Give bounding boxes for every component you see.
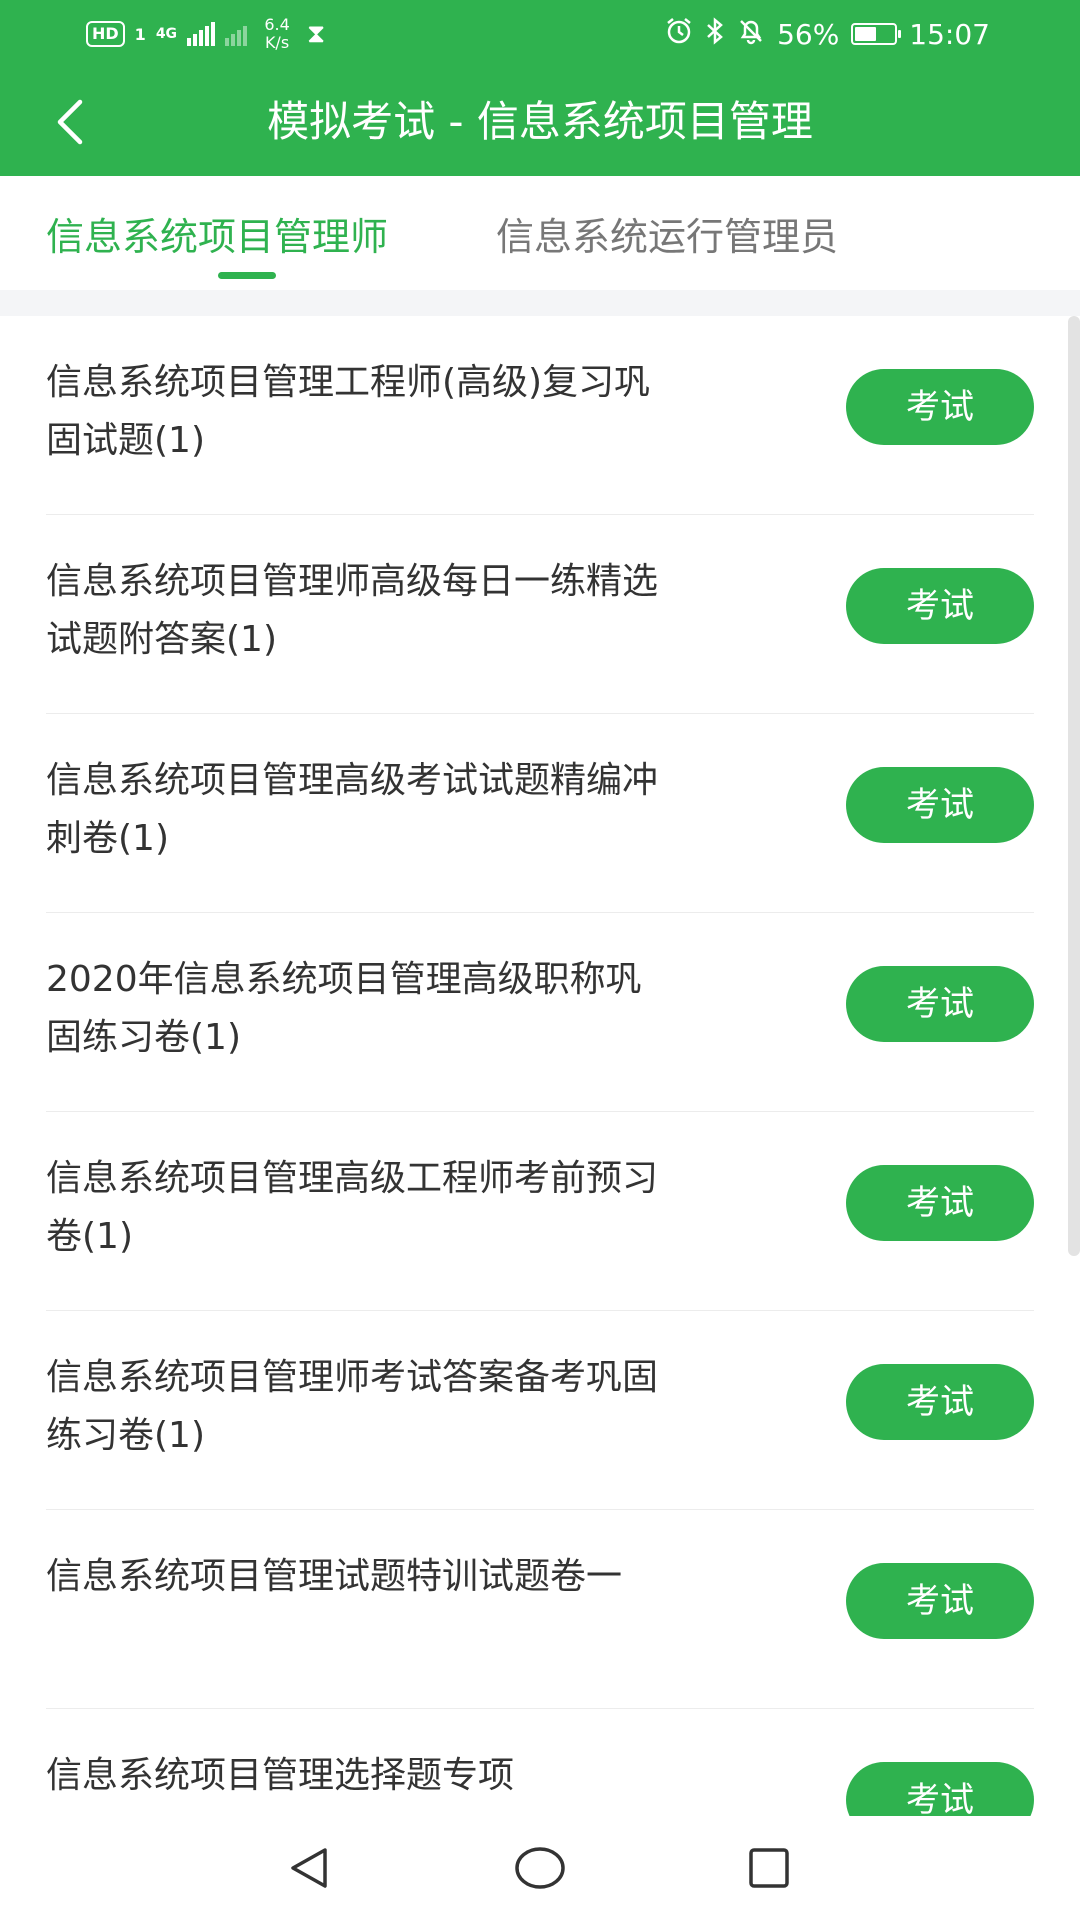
square-recent-icon bbox=[749, 1848, 789, 1888]
exam-title: 信息系统项目管理选择题专项 bbox=[46, 1755, 515, 1796]
list-item: 2020年信息系统项目管理高级职称巩固练习卷(1) 考试 bbox=[46, 913, 1034, 1112]
list-item: 信息系统项目管理工程师(高级)复习巩固试题(1) 考试 bbox=[46, 316, 1034, 515]
list-item: 信息系统项目管理师考试答案备考巩固练习卷(1) 考试 bbox=[46, 1311, 1034, 1510]
nav-home-button[interactable] bbox=[505, 1838, 575, 1898]
battery-icon bbox=[851, 23, 902, 45]
list-item: 信息系统项目管理试题特训试题卷一 考试 bbox=[46, 1510, 1034, 1709]
list-item: 信息系统项目管理选择题专项 考试 bbox=[46, 1709, 1034, 1816]
network-speed-unit: K/s bbox=[264, 33, 290, 52]
toolbar: 模拟考试 - 信息系统项目管理 bbox=[0, 68, 1080, 176]
signal-weak-icon bbox=[225, 22, 248, 46]
tab-operation-manager[interactable]: 信息系统运行管理员 bbox=[496, 206, 838, 261]
start-exam-button[interactable]: 考试 bbox=[846, 369, 1034, 445]
circle-home-icon bbox=[515, 1847, 565, 1889]
active-tab-indicator bbox=[218, 272, 276, 279]
network-type: 4G bbox=[155, 26, 178, 42]
status-bar-left: HD 1 4G 6.4 K/s ⧗ bbox=[86, 12, 325, 56]
exam-title: 信息系统项目管理师考试答案备考巩固练习卷(1) bbox=[46, 1357, 659, 1456]
list-item: 信息系统项目管理高级工程师考前预习卷(1) 考试 bbox=[46, 1112, 1034, 1311]
network-speed: 6.4 K/s bbox=[257, 16, 297, 52]
list-item: 信息系统项目管理师高级每日一练精选试题附答案(1) 考试 bbox=[46, 515, 1034, 714]
start-exam-button[interactable]: 考试 bbox=[846, 568, 1034, 644]
battery-percent: 56% bbox=[777, 17, 840, 51]
network-speed-value: 6.4 bbox=[264, 15, 290, 34]
start-exam-button[interactable]: 考试 bbox=[846, 1165, 1034, 1241]
exam-title: 信息系统项目管理工程师(高级)复习巩固试题(1) bbox=[46, 362, 651, 461]
hd-badge: HD bbox=[86, 21, 125, 47]
triangle-back-icon bbox=[291, 1848, 327, 1888]
sim-slot: 1 bbox=[134, 24, 146, 44]
tab-project-manager[interactable]: 信息系统项目管理师 bbox=[46, 206, 388, 261]
start-exam-button[interactable]: 考试 bbox=[846, 966, 1034, 1042]
start-exam-button[interactable]: 考试 bbox=[846, 1563, 1034, 1639]
alarm-icon bbox=[665, 17, 693, 52]
clock-time: 15:07 bbox=[909, 17, 990, 51]
section-divider bbox=[0, 290, 1080, 316]
list-scrollbar[interactable] bbox=[1068, 316, 1080, 1256]
battery-level-fill bbox=[855, 27, 877, 41]
status-bar: HD 1 4G 6.4 K/s ⧗ 56% 15:07 bbox=[0, 0, 1080, 68]
app-header-bar: HD 1 4G 6.4 K/s ⧗ 56% 15:07 模拟考试 - 信息系统项… bbox=[0, 0, 1080, 176]
exam-title: 信息系统项目管理师高级每日一练精选试题附答案(1) bbox=[46, 561, 659, 660]
exam-title: 2020年信息系统项目管理高级职称巩固练习卷(1) bbox=[46, 959, 642, 1058]
hourglass-icon: ⧗ bbox=[307, 18, 326, 49]
status-bar-right: 56% 15:07 bbox=[665, 12, 990, 56]
mute-bell-icon bbox=[737, 17, 765, 52]
page-title: 模拟考试 - 信息系统项目管理 bbox=[267, 97, 813, 146]
system-nav-bar bbox=[0, 1816, 1080, 1920]
list-item: 信息系统项目管理高级考试试题精编冲刺卷(1) 考试 bbox=[46, 714, 1034, 913]
exam-title: 信息系统项目管理高级考试试题精编冲刺卷(1) bbox=[46, 760, 659, 859]
category-tabs: 信息系统项目管理师 信息系统运行管理员 bbox=[0, 176, 1080, 290]
exam-title: 信息系统项目管理高级工程师考前预习卷(1) bbox=[46, 1158, 659, 1257]
bluetooth-icon bbox=[705, 16, 725, 52]
signal-icon bbox=[187, 22, 216, 46]
exam-list[interactable]: 信息系统项目管理工程师(高级)复习巩固试题(1) 考试 信息系统项目管理师高级每… bbox=[0, 316, 1080, 1816]
nav-recent-button[interactable] bbox=[734, 1838, 804, 1898]
nav-back-button[interactable] bbox=[274, 1838, 344, 1898]
start-exam-button[interactable]: 考试 bbox=[846, 767, 1034, 843]
start-exam-button[interactable]: 考试 bbox=[846, 1762, 1034, 1816]
exam-title: 信息系统项目管理试题特训试题卷一 bbox=[46, 1556, 623, 1597]
start-exam-button[interactable]: 考试 bbox=[846, 1364, 1034, 1440]
